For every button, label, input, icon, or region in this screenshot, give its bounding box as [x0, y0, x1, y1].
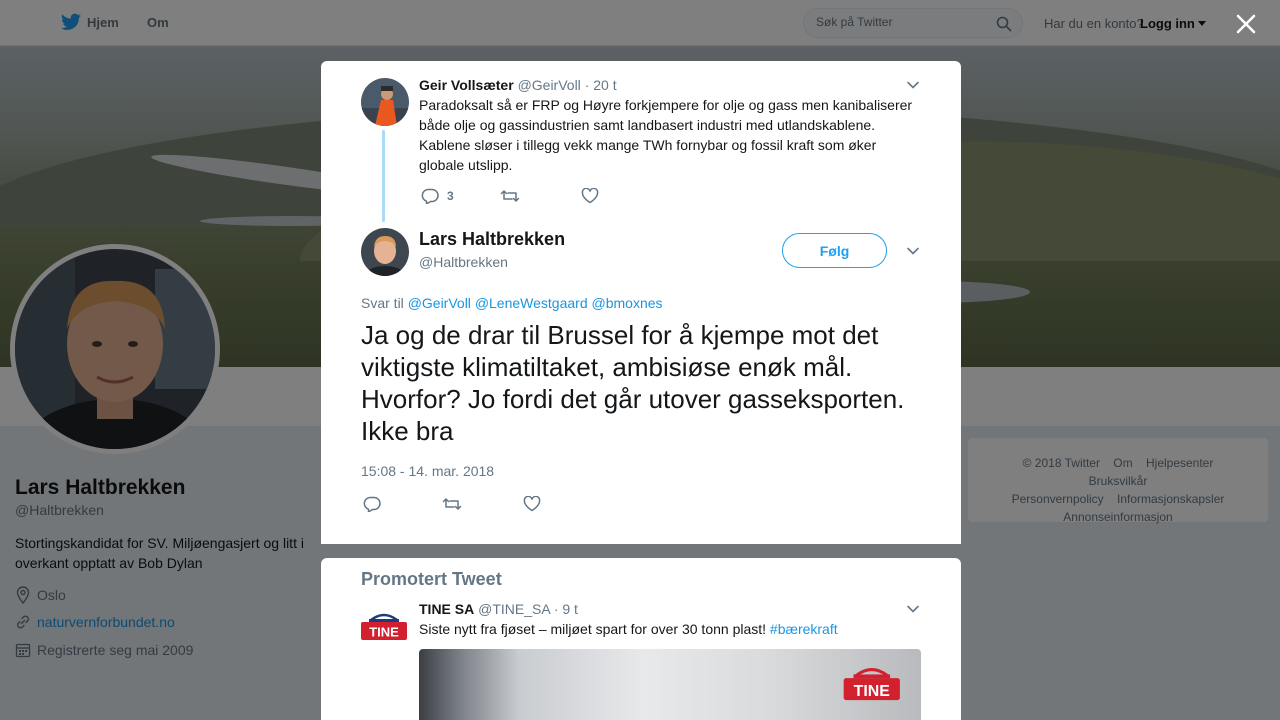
main-tweet-name[interactable]: Lars Haltbrekken	[419, 229, 565, 250]
promoted-tweet-text: Siste nytt fra fjøset – miljøet spart fo…	[419, 621, 767, 637]
chevron-down-icon[interactable]	[906, 244, 920, 258]
reply-icon	[421, 188, 439, 204]
reply-to-mention[interactable]: @GeirVoll	[408, 295, 471, 311]
promoted-tweet-text-line: Siste nytt fra fjøset – miljøet spart fo…	[419, 621, 838, 637]
reply-to-line: Svar til @GeirVoll @LeneWestgaard @bmoxn…	[361, 295, 663, 311]
main-tweet-avatar[interactable]	[361, 228, 409, 276]
parent-tweet-time[interactable]: · 20 t	[585, 77, 617, 93]
follow-button[interactable]: Følg	[782, 233, 887, 268]
chevron-down-icon[interactable]	[906, 78, 920, 92]
tine-media-logo-text: TINE	[854, 683, 890, 700]
chevron-down-icon[interactable]	[906, 602, 920, 616]
promoted-media[interactable]: TINE	[419, 649, 921, 720]
heart-icon	[581, 188, 599, 204]
reply-to-mention[interactable]: @bmoxnes	[592, 295, 663, 311]
reply-icon	[363, 496, 381, 512]
retweet-icon	[500, 190, 520, 202]
retweet-icon	[442, 498, 462, 510]
parent-tweet-handle[interactable]: @GeirVoll	[518, 77, 581, 93]
main-retweet-button[interactable]	[442, 496, 462, 512]
main-reply-button[interactable]	[363, 496, 381, 512]
main-tweet-handle[interactable]: @Haltbrekken	[419, 254, 508, 270]
tine-logo-text: TINE	[369, 625, 399, 640]
promoted-tweet-time[interactable]: · 9 t	[554, 601, 578, 617]
promoted-tweet-handle[interactable]: @TINE_SA	[478, 601, 550, 617]
tine-logo[interactable]: TINE	[361, 608, 409, 644]
parent-retweet-button[interactable]	[500, 188, 520, 204]
main-tweet-text: Ja og de drar til Brussel for å kjempe m…	[361, 320, 905, 446]
parent-reply-count: 3	[447, 189, 454, 203]
parent-reply-button[interactable]: 3	[421, 188, 454, 204]
tweet-modal: Geir Vollsæter @GeirVoll · 20 t Paradoks…	[321, 61, 961, 544]
parent-tweet-text: Paradoksalt så er FRP og Høyre forkjempe…	[419, 97, 913, 173]
promoted-title: Promotert Tweet	[361, 569, 502, 589]
promoted-hashtag[interactable]: #bærekraft	[770, 621, 838, 637]
main-avatar-photo	[361, 228, 409, 276]
promoted-tweet-name[interactable]: TINE SA	[419, 601, 474, 617]
parent-tweet-name[interactable]: Geir Vollsæter	[419, 77, 514, 93]
main-like-button[interactable]	[523, 496, 541, 512]
main-tweet-timestamp[interactable]: 15:08 - 14. mar. 2018	[361, 463, 494, 479]
parent-like-button[interactable]	[581, 188, 599, 204]
reply-to-mention[interactable]: @LeneWestgaard	[475, 295, 588, 311]
promoted-tweet: Promotert Tweet TINE TINE SA @TINE_SA · …	[321, 558, 961, 720]
thread-line	[382, 130, 385, 222]
reply-to-prefix: Svar til	[361, 295, 404, 311]
parent-avatar-photo	[361, 78, 409, 126]
parent-tweet-avatar[interactable]	[361, 78, 409, 126]
close-icon[interactable]	[1233, 11, 1259, 37]
promoted-tweet-header: TINE SA @TINE_SA · 9 t	[419, 601, 578, 617]
parent-tweet-header: Geir Vollsæter @GeirVoll · 20 t	[419, 77, 617, 93]
tine-media-logo: TINE	[843, 668, 900, 701]
heart-icon	[523, 496, 541, 512]
